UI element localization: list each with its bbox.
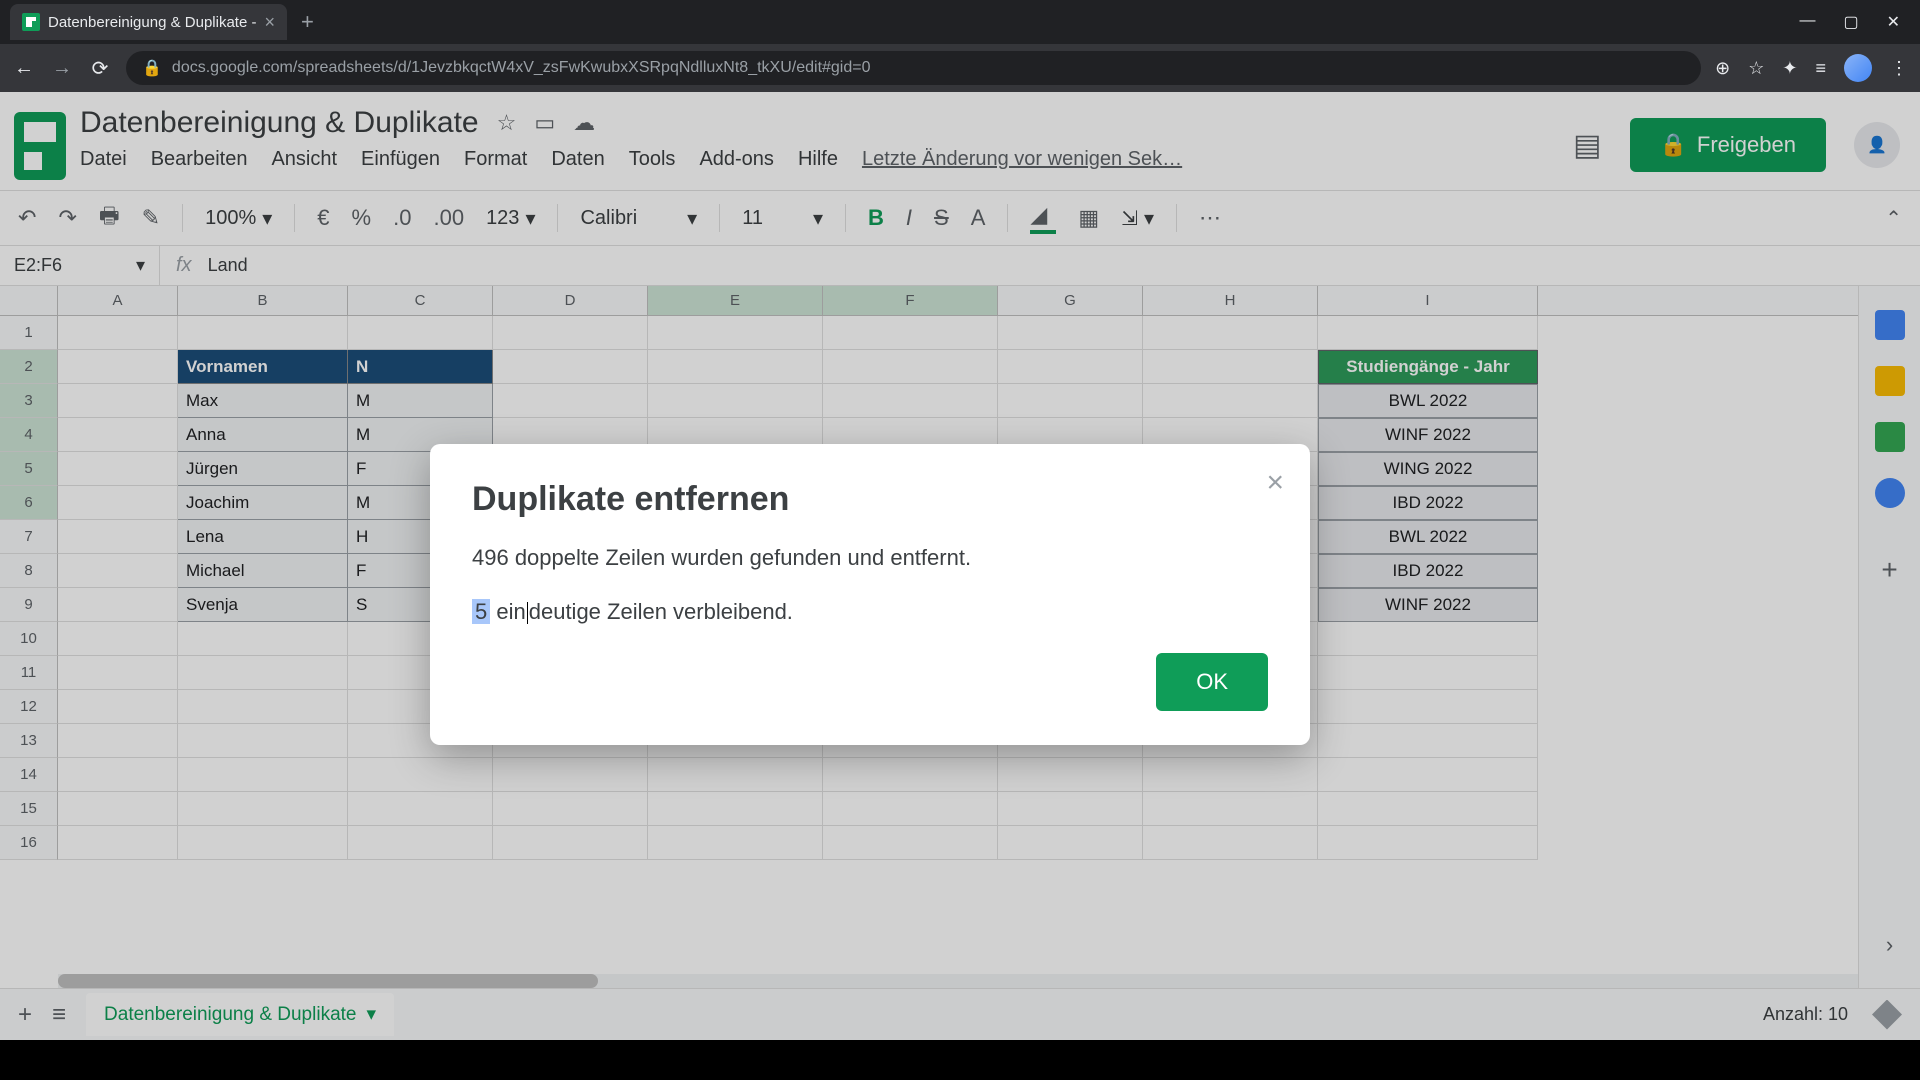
browser-tab-bar: Datenbereinigung & Duplikate - × + — ▢ ✕	[0, 0, 1920, 44]
bookmark-icon[interactable]: ☆	[1748, 58, 1764, 79]
window-controls: — ▢ ✕	[1799, 12, 1920, 32]
remove-duplicates-dialog: × Duplikate entfernen 496 doppelte Zeile…	[430, 444, 1310, 745]
menu-icon[interactable]: ⋮	[1890, 58, 1908, 79]
zoom-icon[interactable]: ⊕	[1715, 58, 1730, 79]
bottom-bar	[0, 1040, 1920, 1080]
text-cursor-icon	[527, 602, 528, 624]
tab-title: Datenbereinigung & Duplikate -	[48, 14, 256, 31]
dialog-message-1: 496 doppelte Zeilen wurden gefunden und …	[472, 545, 1268, 571]
dialog-message-2: 5 eindeutige Zeilen verbleibend.	[472, 599, 1268, 625]
dialog-title: Duplikate entfernen	[472, 480, 1268, 519]
maximize-icon[interactable]: ▢	[1843, 12, 1858, 32]
close-tab-icon[interactable]: ×	[264, 12, 275, 33]
profile-avatar-icon[interactable]	[1844, 54, 1872, 82]
forward-button[interactable]: →	[50, 57, 74, 80]
browser-nav-bar: ← → ⟳ 🔒 docs.google.com/spreadsheets/d/1…	[0, 44, 1920, 92]
back-button[interactable]: ←	[12, 57, 36, 80]
new-tab-button[interactable]: +	[301, 9, 314, 35]
reload-button[interactable]: ⟳	[88, 56, 112, 81]
sheets-favicon-icon	[22, 13, 40, 31]
url-text: docs.google.com/spreadsheets/d/1Jevzbkqc…	[172, 59, 871, 77]
close-window-icon[interactable]: ✕	[1887, 12, 1900, 32]
browser-tab[interactable]: Datenbereinigung & Duplikate - ×	[10, 4, 287, 40]
lock-icon: 🔒	[142, 58, 162, 78]
ok-button[interactable]: OK	[1156, 653, 1268, 711]
minimize-icon[interactable]: —	[1799, 12, 1815, 32]
address-bar[interactable]: 🔒 docs.google.com/spreadsheets/d/1Jevzbk…	[126, 51, 1701, 85]
unique-count-highlight: 5	[472, 599, 490, 624]
extensions-icon[interactable]: ✦	[1782, 58, 1797, 79]
reading-list-icon[interactable]: ≡	[1815, 58, 1826, 79]
close-dialog-button[interactable]: ×	[1266, 466, 1284, 500]
